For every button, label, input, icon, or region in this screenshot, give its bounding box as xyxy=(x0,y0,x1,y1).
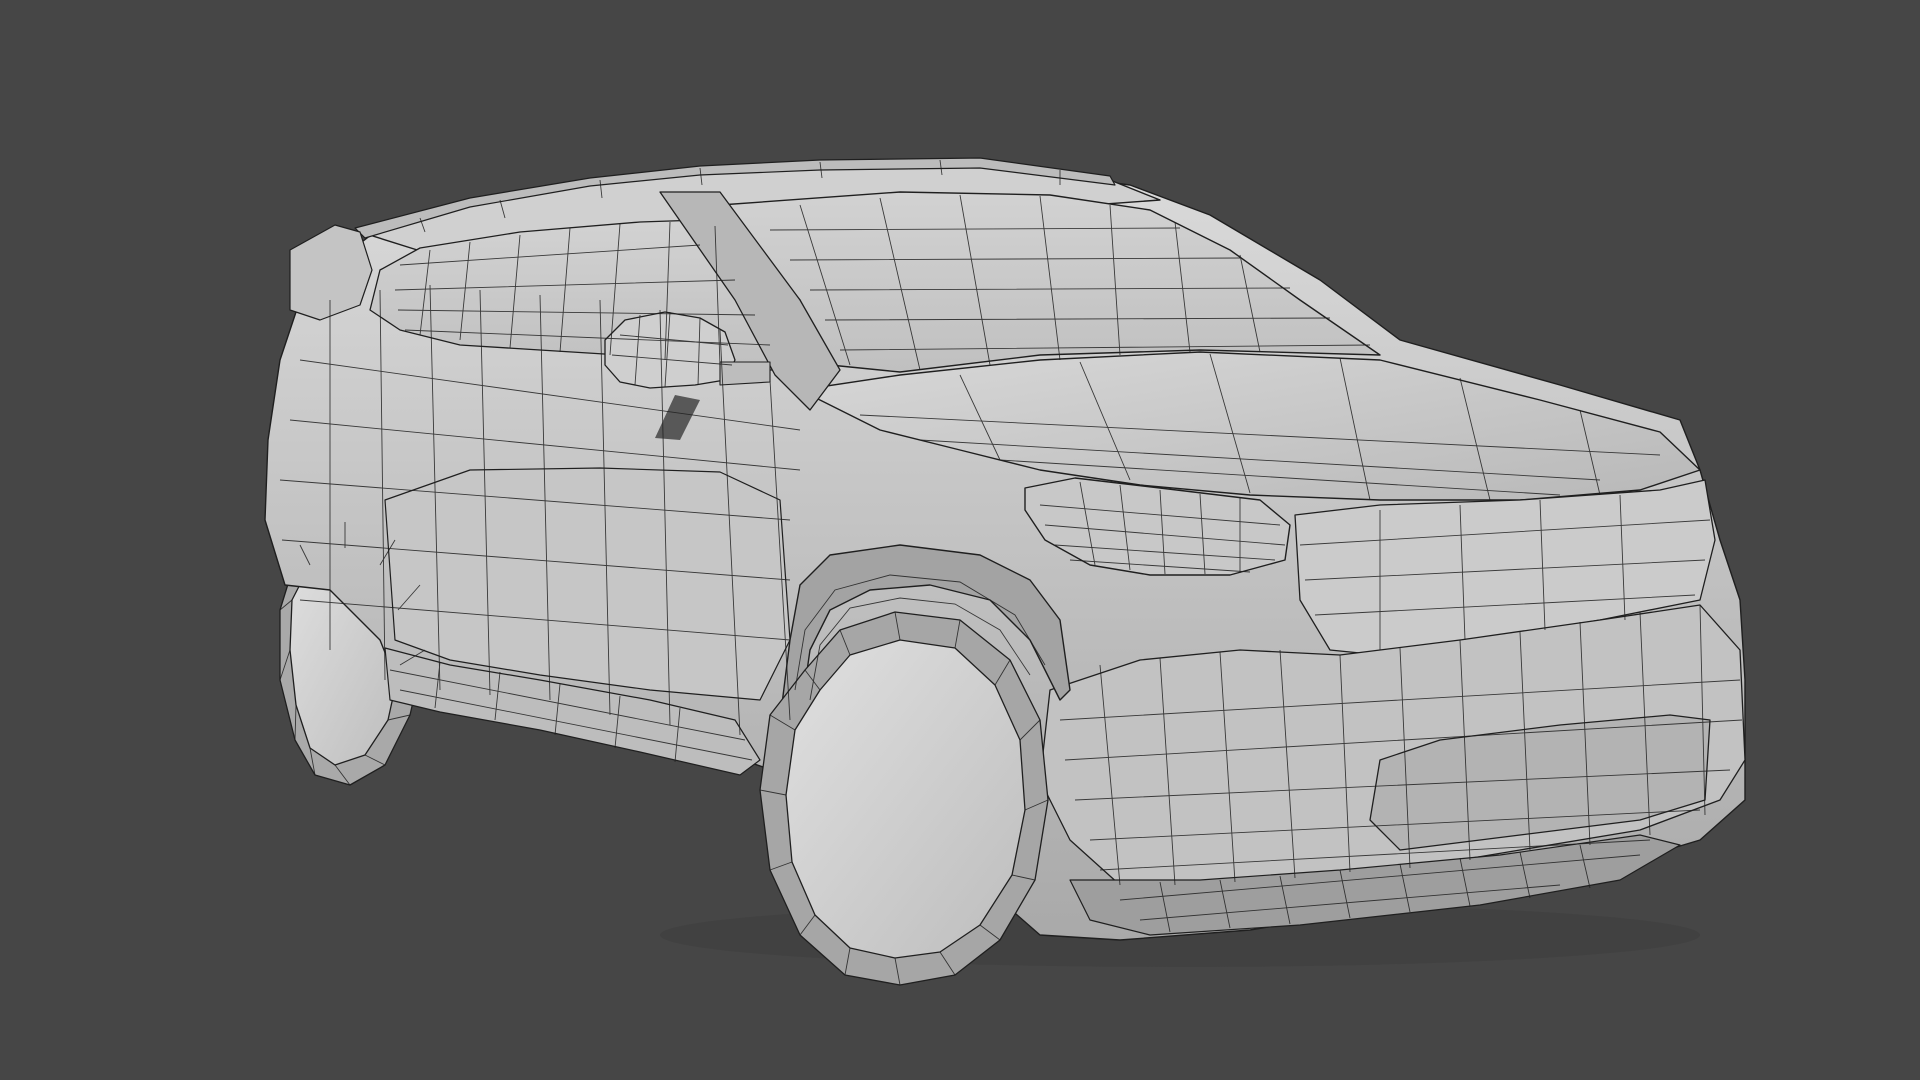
3d-viewport[interactable] xyxy=(0,0,1920,1080)
car-model-render xyxy=(0,0,1920,1080)
